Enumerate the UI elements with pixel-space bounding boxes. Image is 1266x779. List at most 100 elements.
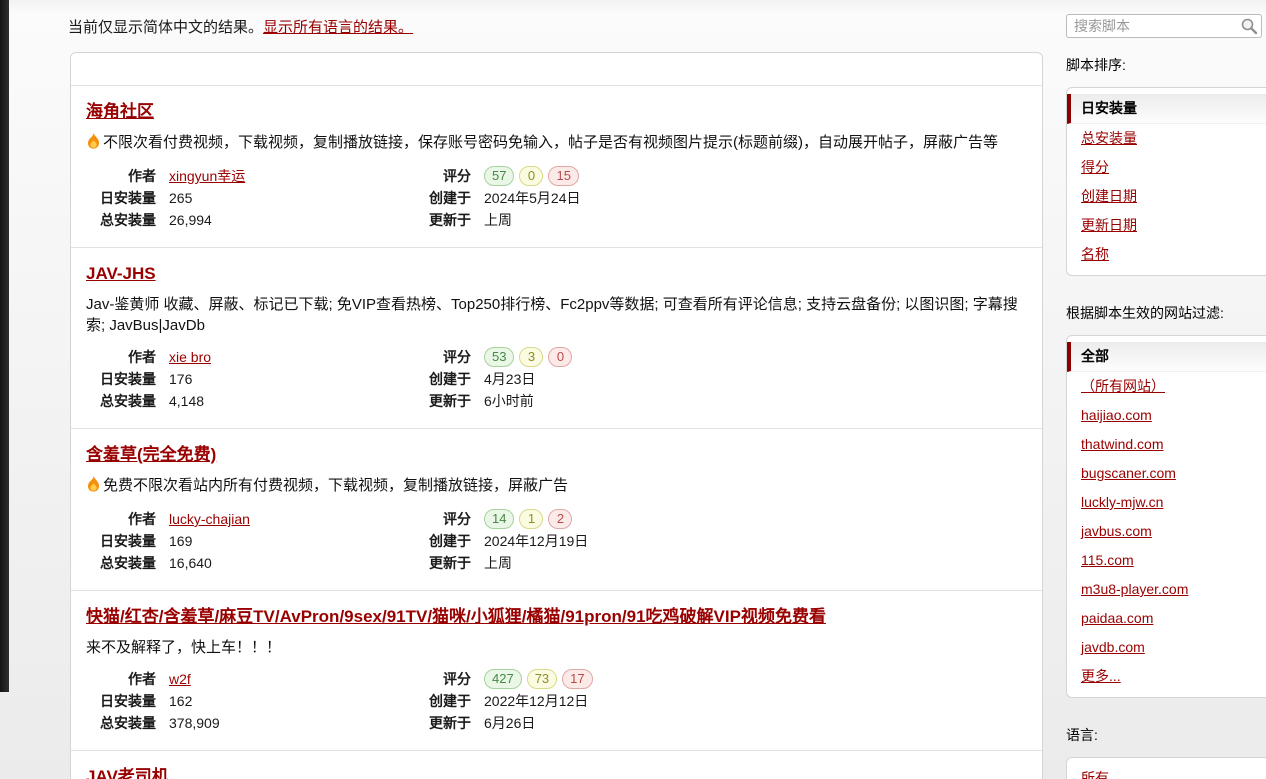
sort-option[interactable]: 创建日期 [1067,182,1266,211]
script-title: JAV老司机 [86,766,1027,779]
author-value: w2f [169,669,411,689]
ratings-label: 评分 [411,166,471,186]
rating-badges: 1412 [484,509,1027,529]
script-title-link[interactable]: 快猫/红杏/含羞草/麻豆TV/AvPron/9sex/91TV/猫咪/小狐狸/橘… [86,607,826,626]
sort-option-link[interactable]: 名称 [1081,246,1109,262]
ratings-label: 评分 [411,669,471,689]
sort-option-link[interactable]: 得分 [1081,159,1109,175]
site-filter-option[interactable]: luckly-mjw.cn [1067,488,1266,517]
site-filter-option[interactable]: （所有网站） [1067,372,1266,401]
updated-value: 上周 [484,553,1027,573]
script-title-link[interactable]: JAV老司机 [86,767,169,779]
bad-rating-badge: 15 [548,166,578,186]
site-filter-option-link[interactable]: javbus.com [1081,523,1152,539]
script-title: 含羞草(完全免费) [86,444,1027,466]
site-filter-option-link[interactable]: thatwind.com [1081,436,1163,452]
script-title: 海角社区 [86,101,1027,123]
site-filter-option-label: 全部 [1081,348,1109,364]
site-filter-option-link[interactable]: paidaa.com [1081,610,1153,626]
total-installs-label: 总安装量 [86,391,156,411]
language-option[interactable]: 所有 [1067,764,1266,779]
author-link[interactable]: lucky-chajian [169,511,250,527]
total-installs-label: 总安装量 [86,210,156,230]
script-stats: 作者xingyun幸运日安装量265总安装量26,994评分 57015 创建于 20… [86,166,1027,230]
fire-icon [86,132,101,155]
site-filter-option[interactable]: haijiao.com [1067,401,1266,430]
author-link[interactable]: w2f [169,671,191,687]
locale-notice: 当前仅显示简体中文的结果。显示所有语言的结果。 [68,16,413,37]
script-list-header [71,53,1042,86]
script-title-link[interactable]: 海角社区 [86,102,154,121]
rating-badges: 57015 [484,166,1027,186]
search-button[interactable] [1240,17,1258,35]
total-installs-value: 16,640 [169,553,411,573]
bad-rating-badge: 17 [562,669,592,689]
site-filter-option[interactable]: 更多... [1067,662,1266,691]
author-label: 作者 [86,347,156,367]
script-list-panel: 海角社区不限次看付费视频，下载视频，复制播放链接，保存账号密码免输入，帖子是否有… [70,52,1043,779]
site-filter-option[interactable]: javdb.com [1067,633,1266,662]
site-filter-option-link[interactable]: javdb.com [1081,639,1145,655]
sort-option[interactable]: 名称 [1067,240,1266,269]
author-value: xie bro [169,347,411,367]
script-description: 来不及解释了，快上车！！！ [86,637,1027,658]
site-filter-option-link[interactable]: luckly-mjw.cn [1081,494,1163,510]
script-entry: JAV-JHS Jav-鉴黄师 收藏、屏蔽、标记已下载; 免VIP查看热榜、Top… [71,247,1042,428]
author-link[interactable]: xie bro [169,349,211,365]
script-stats-right: 评分5330创建于4月23日更新于6小时前 [411,347,1027,411]
created-label: 创建于 [411,691,471,711]
locale-notice-text: 当前仅显示简体中文的结果。 [68,19,263,36]
rating-badges: 5330 [484,347,1027,367]
script-stats-left: 作者xingyun幸运日安装量265总安装量26,994 [86,166,411,230]
site-filter-option[interactable]: 115.com [1067,546,1266,575]
sort-option-link[interactable]: 总安装量 [1081,130,1137,146]
script-description: Jav-鉴黄师 收藏、屏蔽、标记已下载; 免VIP查看热榜、Top250排行榜、… [86,294,1027,336]
script-description: 不限次看付费视频，下载视频，复制播放链接，保存账号密码免输入，帖子是否有视频图片… [86,132,1027,155]
site-filter-option[interactable]: thatwind.com [1067,430,1266,459]
daily-installs-label: 日安装量 [86,691,156,711]
script-title-link[interactable]: JAV-JHS [86,264,156,283]
sort-label: 脚本排序: [1066,55,1266,75]
ok-rating-badge: 73 [527,669,557,689]
site-filter-option-link[interactable]: （所有网站） [1081,378,1165,394]
site-filter-option-link[interactable]: 115.com [1081,552,1134,568]
site-filter-option[interactable]: 全部 [1067,342,1266,372]
sort-option-link[interactable]: 更新日期 [1081,217,1137,233]
sort-option[interactable]: 更新日期 [1067,211,1266,240]
site-filter-option[interactable]: paidaa.com [1067,604,1266,633]
window-left-edge [0,0,9,692]
author-link[interactable]: xingyun幸运 [169,168,245,184]
sort-option[interactable]: 得分 [1067,153,1266,182]
site-filter-option-link[interactable]: m3u8-player.com [1081,581,1188,597]
rating-badges: 4277317 [484,669,1027,689]
search-input[interactable] [1066,14,1262,38]
script-title: 快猫/红杏/含羞草/麻豆TV/AvPron/9sex/91TV/猫咪/小狐狸/橘… [86,606,1027,628]
updated-label: 更新于 [411,210,471,230]
sort-option[interactable]: 日安装量 [1067,94,1266,124]
site-filter-option-link[interactable]: haijiao.com [1081,407,1152,423]
script-description: 免费不限次看站内所有付费视频，下载视频，复制播放链接，屏蔽广告 [86,475,1027,498]
script-title-link[interactable]: 含羞草(完全免费) [86,445,216,464]
created-label: 创建于 [411,188,471,208]
bad-rating-badge: 2 [548,509,572,529]
created-value: 2024年5月24日 [484,188,1027,208]
script-stats-left: 作者w2f日安装量162总安装量378,909 [86,669,411,733]
updated-value: 上周 [484,210,1027,230]
script-entry: 含羞草(完全免费) 免费不限次看站内所有付费视频，下载视频，复制播放链接，屏蔽广告… [71,428,1042,590]
site-filter-option[interactable]: bugscaner.com [1067,459,1266,488]
author-label: 作者 [86,669,156,689]
site-filter-option[interactable]: m3u8-player.com [1067,575,1266,604]
show-all-languages-link[interactable]: 显示所有语言的结果。 [263,19,413,36]
good-rating-badge: 427 [484,669,522,689]
site-filter-option[interactable]: javbus.com [1067,517,1266,546]
site-filter-option-link[interactable]: 更多... [1081,668,1121,684]
script-stats: 作者lucky-chajian日安装量169总安装量16,640评分1412创建… [86,509,1027,573]
site-filter-option-link[interactable]: bugscaner.com [1081,465,1176,481]
author-label: 作者 [86,509,156,529]
language-options: 所有JavaScript [1066,757,1266,779]
sort-option[interactable]: 总安装量 [1067,124,1266,153]
language-option-link[interactable]: 所有 [1081,770,1109,779]
good-rating-badge: 14 [484,509,514,529]
created-value: 2022年12月12日 [484,691,1027,711]
sort-option-link[interactable]: 创建日期 [1081,188,1137,204]
